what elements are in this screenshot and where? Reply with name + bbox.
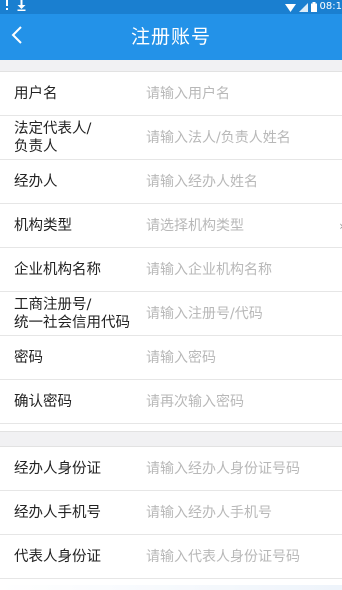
form-row-handler-id: 经办人身份证	[0, 447, 342, 491]
legal-representative-label: 法定代表人/ 负责人	[14, 121, 92, 155]
form-row-handler-phone: 经办人手机号	[0, 491, 342, 535]
confirm-password-label: 确认密码	[14, 394, 72, 410]
form-row-organization-type[interactable]: 机构类型 ›	[0, 204, 342, 248]
representative-id-label: 代表人身份证	[14, 549, 101, 565]
username-label: 用户名	[14, 86, 58, 102]
organization-name-input[interactable]	[146, 248, 342, 292]
nav-bar: 注册账号	[0, 14, 342, 60]
organization-type-select[interactable]	[146, 204, 342, 248]
status-time: 08:1	[319, 1, 342, 12]
warning-icon	[3, 0, 11, 11]
organization-type-label: 机构类型	[14, 218, 72, 234]
section-divider	[0, 431, 342, 447]
download-icon	[17, 0, 26, 11]
form-row-organization-name: 企业机构名称	[0, 248, 342, 292]
form-row-legal-representative: 法定代表人/ 负责人	[0, 116, 342, 160]
handler-id-input[interactable]	[146, 447, 342, 491]
handler-label: 经办人	[14, 174, 58, 190]
form-row-handler: 经办人	[0, 160, 342, 204]
username-input[interactable]	[146, 72, 342, 116]
handler-phone-label: 经办人手机号	[14, 505, 101, 521]
registration-number-input[interactable]	[146, 292, 342, 336]
battery-icon	[310, 2, 317, 12]
status-bar: 08:1	[0, 0, 342, 14]
form-row-representative-id: 代表人身份证	[0, 535, 342, 579]
section-divider	[0, 60, 342, 72]
password-input[interactable]	[146, 336, 342, 380]
registration-number-label: 工商注册号/ 统一社会信用代码	[14, 297, 130, 331]
wifi-icon	[284, 3, 296, 12]
representative-id-input[interactable]	[146, 535, 342, 579]
form-row-username: 用户名	[0, 72, 342, 116]
signal-icon	[298, 2, 308, 12]
form-row-password: 密码	[0, 336, 342, 380]
chevron-left-icon	[11, 25, 23, 49]
back-button[interactable]	[2, 14, 32, 60]
handler-phone-input[interactable]	[146, 491, 342, 535]
handler-name-input[interactable]	[146, 160, 342, 204]
form-row-registration-number: 工商注册号/ 统一社会信用代码	[0, 292, 342, 336]
bottom-edge	[0, 585, 342, 590]
page-title: 注册账号	[130, 26, 211, 48]
password-label: 密码	[14, 350, 43, 366]
confirm-password-input[interactable]	[146, 380, 342, 424]
handler-id-label: 经办人身份证	[14, 461, 101, 477]
registration-form-main: 用户名 法定代表人/ 负责人 经办人 机构类型 › 企业机构名称 工商注册号/ …	[0, 72, 342, 424]
legal-representative-input[interactable]	[146, 116, 342, 160]
form-row-confirm-password: 确认密码	[0, 380, 342, 424]
registration-form-identity: 经办人身份证 经办人手机号 代表人身份证	[0, 447, 342, 579]
organization-name-label: 企业机构名称	[14, 262, 101, 278]
